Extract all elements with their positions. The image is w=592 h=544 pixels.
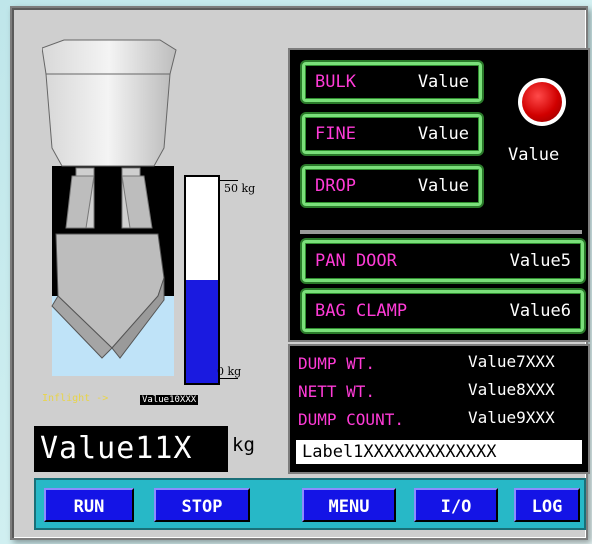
dump-count-label: DUMP COUNT. <box>298 410 404 429</box>
dump-count-value: Value9XXX <box>468 408 555 427</box>
fine-value: Value <box>417 124 469 144</box>
fine-label: FINE <box>315 124 356 144</box>
bag-clamp-value: Value6 <box>509 301 571 321</box>
bulk-indicator: BULK Value <box>302 62 482 102</box>
drop-indicator: DROP Value <box>302 166 482 206</box>
status-lamp <box>518 78 566 126</box>
scale-max-label: 50 kg <box>224 182 256 195</box>
fine-indicator: FINE Value <box>302 114 482 154</box>
label1-text: Label1XXXXXXXXXXXXX <box>302 442 497 462</box>
pan-door-value: Value5 <box>509 251 571 271</box>
hopper-graphic <box>42 38 182 378</box>
weight-display: Value11X <box>34 426 228 472</box>
scale-min-label: 0 kg <box>217 365 242 378</box>
scale-tick-min <box>220 378 238 379</box>
weight-bar-gauge <box>184 175 220 385</box>
io-button[interactable]: I/O <box>414 488 498 522</box>
scale-tick-max <box>220 180 238 181</box>
menu-button[interactable]: MENU <box>302 488 396 522</box>
lamp-value: Value <box>508 145 560 165</box>
totals-panel: DUMP WT. Value7XXX NETT WT. Value8XXX DU… <box>288 344 590 474</box>
bag-clamp-label: BAG CLAMP <box>315 301 408 321</box>
weight-bar-fill <box>186 280 218 383</box>
nett-wt-label: NETT WT. <box>298 382 376 401</box>
drop-label: DROP <box>315 176 356 196</box>
stop-button[interactable]: STOP <box>154 488 250 522</box>
hopper-icon <box>42 39 177 359</box>
red-lamp-icon <box>522 82 562 122</box>
dump-wt-label: DUMP WT. <box>298 354 376 373</box>
bottom-toolbar: RUN STOP MENU I/O LOG <box>34 478 586 530</box>
inflight-value: Value10XXX <box>140 395 199 405</box>
hmi-panel: 50 kg 0 kg Inflight -> Value10XXX Value1… <box>10 6 590 540</box>
pan-door-label: PAN DOOR <box>315 251 397 271</box>
inflight-label: Inflight -> <box>42 393 109 404</box>
run-button[interactable]: RUN <box>44 488 134 522</box>
bulk-value: Value <box>417 72 469 92</box>
status-panel: BULK Value FINE Value DROP Value Value P… <box>288 48 590 342</box>
panel-divider <box>300 230 582 234</box>
nett-wt-value: Value8XXX <box>468 380 555 399</box>
dump-wt-value: Value7XXX <box>468 352 555 371</box>
drop-value: Value <box>417 176 469 196</box>
bulk-label: BULK <box>315 72 356 92</box>
log-button[interactable]: LOG <box>514 488 580 522</box>
pan-door-indicator: PAN DOOR Value5 <box>302 240 584 282</box>
weight-unit: kg <box>232 434 255 456</box>
bag-clamp-indicator: BAG CLAMP Value6 <box>302 290 584 332</box>
